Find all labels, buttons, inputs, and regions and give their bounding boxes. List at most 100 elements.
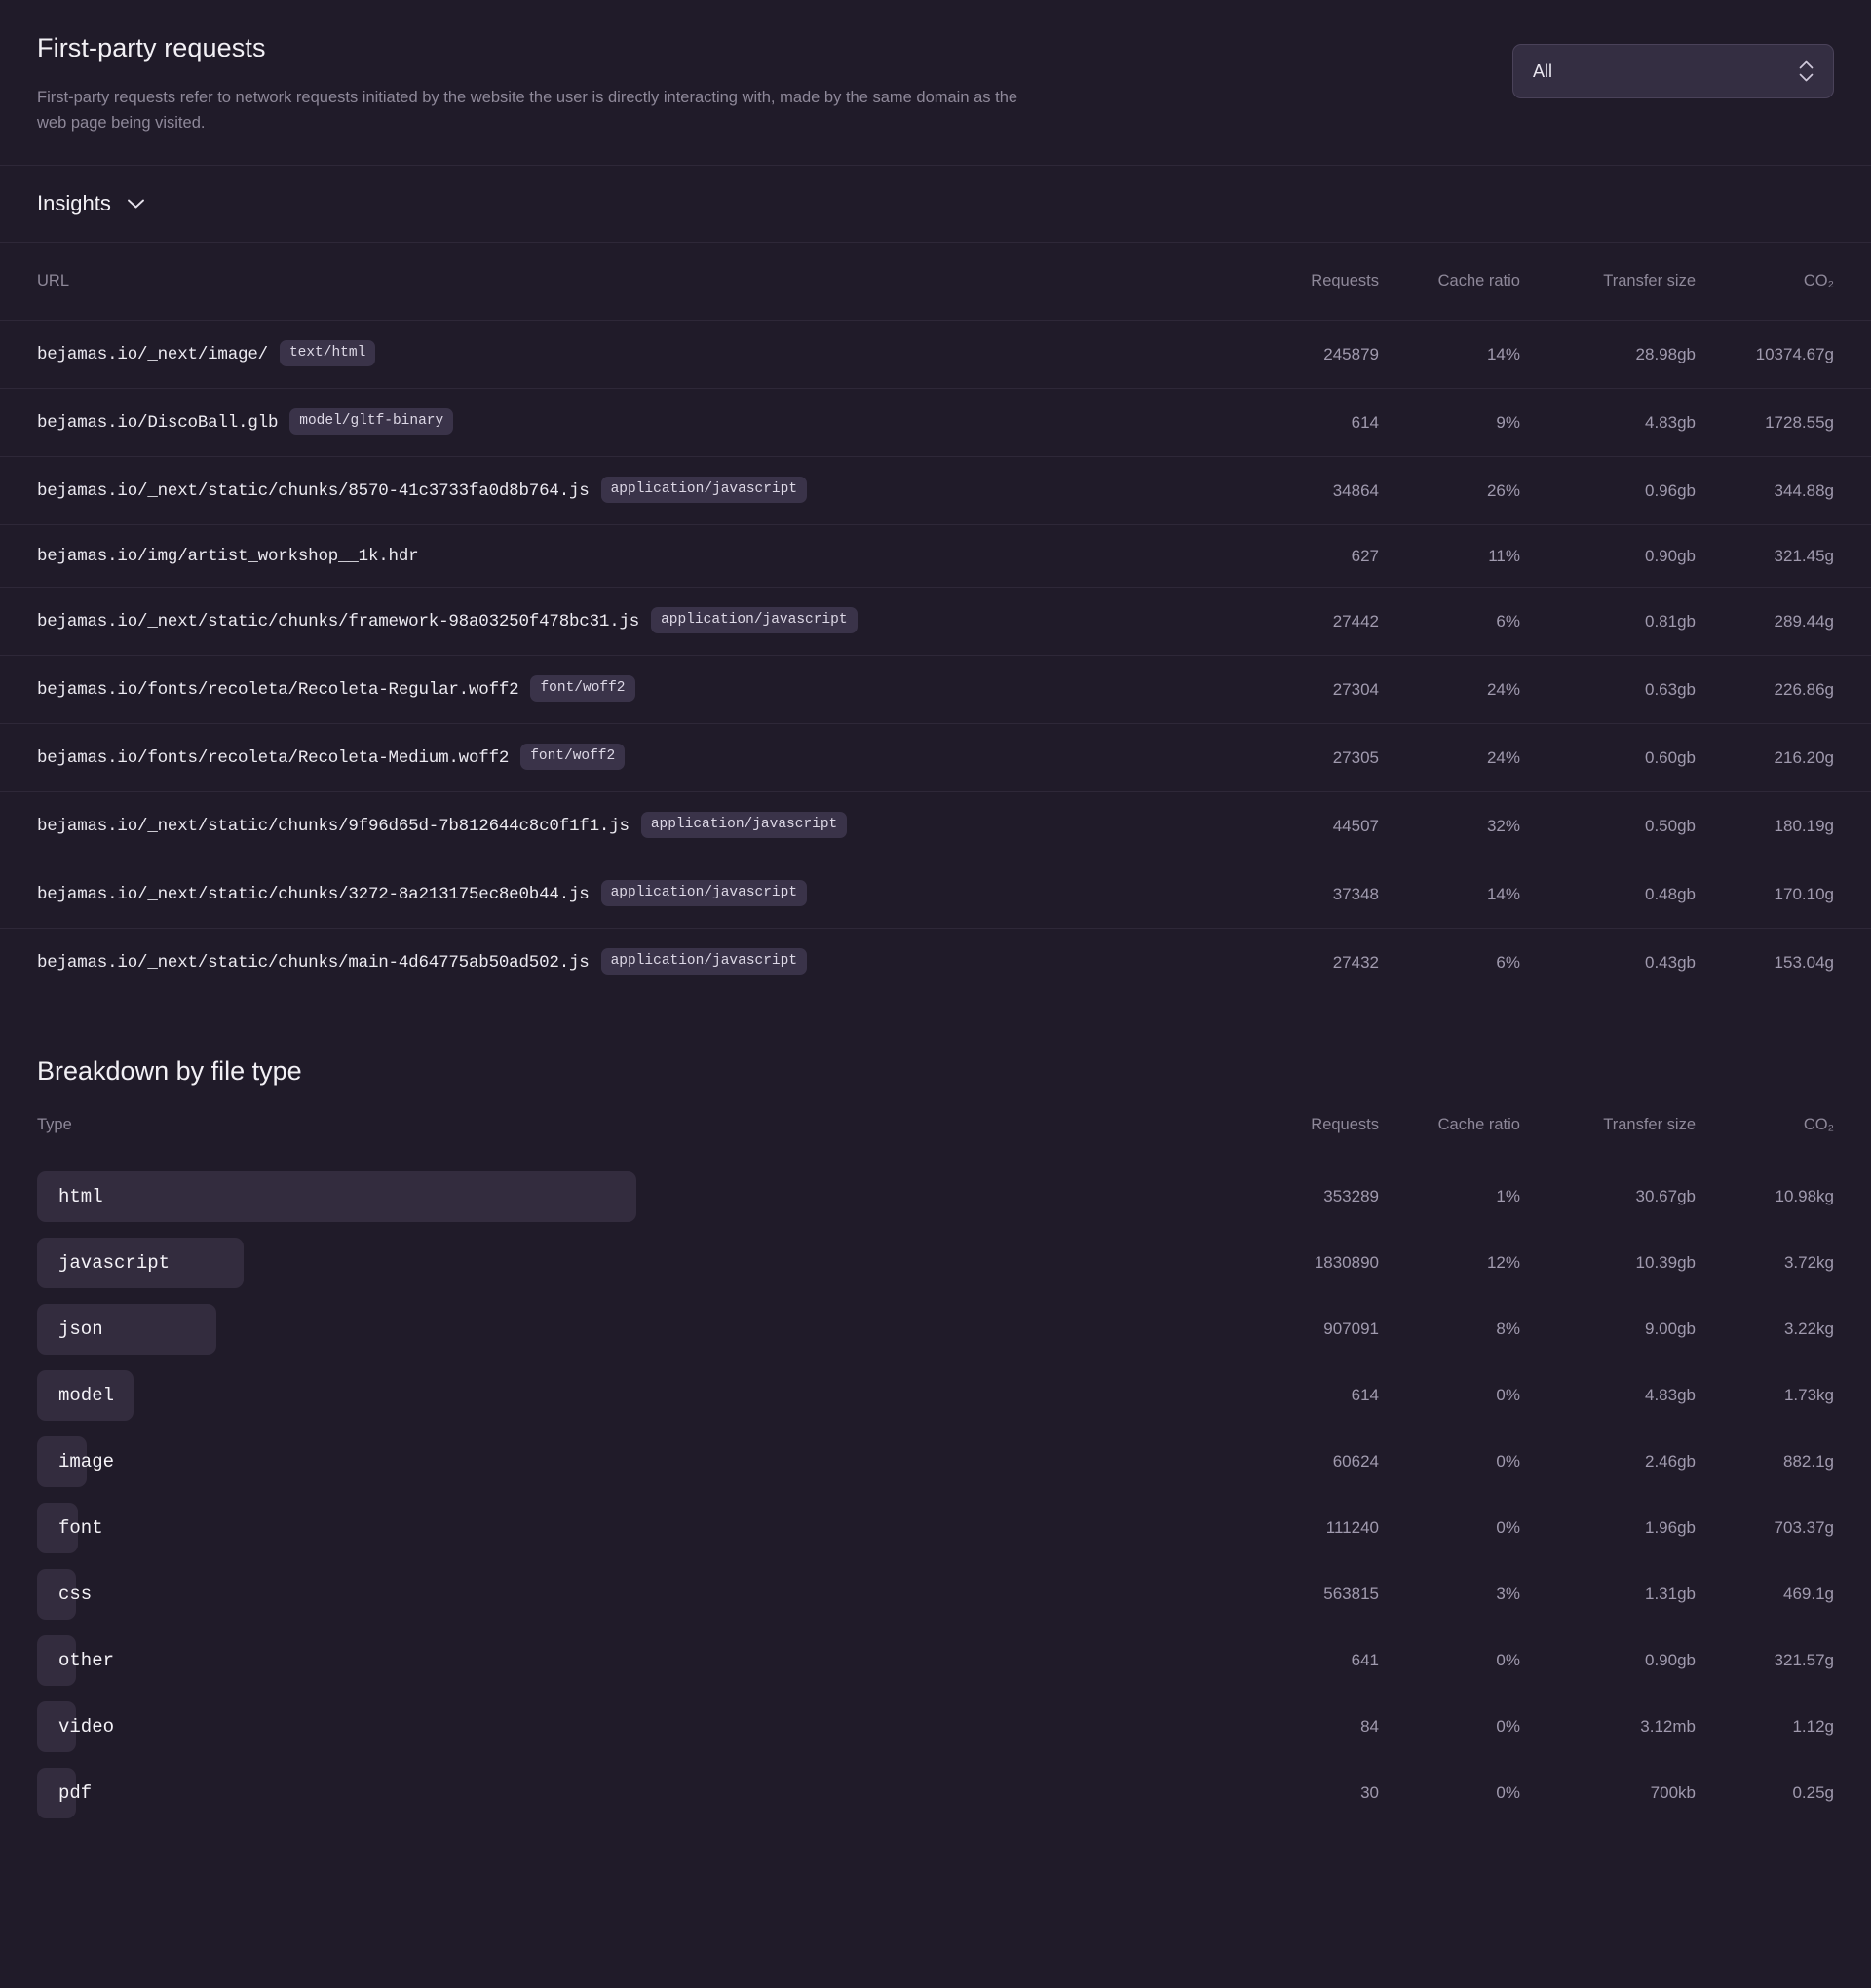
mime-type-badge: font/woff2 <box>520 744 626 771</box>
mime-type-badge: model/gltf-binary <box>289 408 454 436</box>
request-count-cell: 27432 <box>1332 952 1379 972</box>
request-count-cell: 34864 <box>1332 480 1379 500</box>
file-type-bar-cell[interactable]: json <box>0 1296 1238 1362</box>
cache-ratio-cell: 32% <box>1486 816 1520 835</box>
request-count-cell: 627 <box>1351 546 1379 565</box>
request-url: bejamas.io/fonts/recoleta/Recoleta-Mediu… <box>37 748 510 769</box>
transfer-size-cell: 0.90gb <box>1645 546 1696 565</box>
col-bd-requests: Requests <box>1311 1116 1379 1134</box>
table-row[interactable]: bejamas.io/_next/static/chunks/main-4d64… <box>0 928 1871 997</box>
col-type: Type <box>37 1116 72 1134</box>
request-url-cell[interactable]: bejamas.io/_next/static/chunks/3272-8a21… <box>0 860 1238 929</box>
col-bd-cache-ratio: Cache ratio <box>1437 1116 1520 1134</box>
co2-cell: 10374.67g <box>1755 344 1834 363</box>
request-url-cell[interactable]: bejamas.io/fonts/recoleta/Recoleta-Regul… <box>0 656 1238 724</box>
bd-co2-cell: 469.1g <box>1783 1585 1834 1604</box>
breakdown-title: Breakdown by file type <box>37 1056 302 1087</box>
table-row[interactable]: bejamas.io/fonts/recoleta/Recoleta-Mediu… <box>0 723 1871 792</box>
file-type-bar-cell[interactable]: css <box>0 1561 1238 1627</box>
table-row[interactable]: bejamas.io/_next/static/chunks/3272-8a21… <box>0 860 1871 929</box>
requests-table-body: bejamas.io/_next/image/text/html 245879 14… <box>0 320 1871 997</box>
table-row[interactable]: css 563815 3% 1.31gb 469.1g <box>0 1561 1871 1627</box>
request-url-cell[interactable]: bejamas.io/_next/static/chunks/9f96d65d-… <box>0 792 1238 860</box>
file-type-bar: other <box>37 1635 114 1687</box>
file-type-bar-cell[interactable]: javascript <box>0 1230 1238 1296</box>
request-url-cell[interactable]: bejamas.io/_next/static/chunks/main-4d64… <box>0 929 1238 997</box>
cache-ratio-cell: 9% <box>1496 412 1520 432</box>
file-type-bar-cell[interactable]: image <box>0 1429 1238 1495</box>
co2-cell: 226.86g <box>1774 679 1834 699</box>
cache-ratio-cell: 24% <box>1486 679 1520 699</box>
insights-toggle[interactable]: Insights <box>0 166 1871 244</box>
table-row[interactable]: bejamas.io/_next/static/chunks/8570-41c3… <box>0 456 1871 525</box>
request-url-cell[interactable]: bejamas.io/img/artist_workshop__1k.hdr <box>0 525 1238 588</box>
transfer-size-cell: 0.50gb <box>1645 816 1696 835</box>
bd-transfer-size-cell: 1.96gb <box>1645 1518 1696 1538</box>
file-type-bar-cell[interactable]: font <box>0 1495 1238 1561</box>
request-url-cell[interactable]: bejamas.io/fonts/recoleta/Recoleta-Mediu… <box>0 724 1238 792</box>
col-bd-transfer-size: Transfer size <box>1603 1116 1696 1134</box>
bd-request-count-cell: 1830890 <box>1314 1253 1379 1273</box>
file-type-label: javascript <box>58 1252 171 1275</box>
file-type-bar-cell[interactable]: video <box>0 1694 1238 1760</box>
file-type-bar-cell[interactable]: model <box>0 1362 1238 1429</box>
mime-type-badge: application/javascript <box>640 812 848 839</box>
transfer-size-cell: 0.60gb <box>1645 747 1696 767</box>
request-count-cell: 614 <box>1351 412 1379 432</box>
table-row[interactable]: json 907091 8% 9.00gb 3.22kg <box>0 1296 1871 1362</box>
request-url: bejamas.io/_next/static/chunks/8570-41c3… <box>37 481 590 502</box>
file-type-bar: html <box>37 1171 636 1223</box>
table-row[interactable]: bejamas.io/_next/static/chunks/framework… <box>0 587 1871 656</box>
table-row[interactable]: font 111240 0% 1.96gb 703.37g <box>0 1495 1871 1561</box>
col-requests: Requests <box>1311 272 1379 290</box>
bd-transfer-size-cell: 10.39gb <box>1635 1253 1696 1273</box>
bd-request-count-cell: 641 <box>1351 1651 1379 1670</box>
bd-co2-cell: 3.22kg <box>1783 1319 1834 1339</box>
table-row[interactable]: html 353289 1% 30.67gb 10.98kg <box>0 1164 1871 1230</box>
table-row[interactable]: image 60624 0% 2.46gb 882.1g <box>0 1429 1871 1495</box>
co2-cell: 344.88g <box>1774 480 1834 500</box>
file-type-bar-cell[interactable]: other <box>0 1627 1238 1694</box>
file-type-label: css <box>58 1584 93 1606</box>
request-url-cell[interactable]: bejamas.io/_next/static/chunks/8570-41c3… <box>0 457 1238 525</box>
table-row[interactable]: bejamas.io/_next/image/text/html 245879 14… <box>0 320 1871 389</box>
request-url: bejamas.io/_next/static/chunks/main-4d64… <box>37 953 590 974</box>
mime-type-badge: text/html <box>279 340 376 367</box>
transfer-size-cell: 0.96gb <box>1645 480 1696 500</box>
file-type-bar: pdf <box>37 1768 92 1819</box>
bd-co2-cell: 0.25g <box>1792 1783 1834 1803</box>
request-count-cell: 245879 <box>1323 344 1379 363</box>
table-row[interactable]: bejamas.io/_next/static/chunks/9f96d65d-… <box>0 791 1871 860</box>
table-row[interactable]: bejamas.io/fonts/recoleta/Recoleta-Regul… <box>0 655 1871 724</box>
request-url-cell[interactable]: bejamas.io/_next/static/chunks/framework… <box>0 588 1238 656</box>
chevron-updown-icon <box>1799 60 1814 82</box>
col-bd-co2: CO₂ <box>1803 1116 1834 1134</box>
request-url: bejamas.io/_next/static/chunks/3272-8a21… <box>37 885 590 905</box>
bd-co2-cell: 321.57g <box>1774 1651 1834 1670</box>
bd-co2-cell: 3.72kg <box>1783 1253 1834 1273</box>
table-row[interactable]: model 614 0% 4.83gb 1.73kg <box>0 1362 1871 1429</box>
request-url: bejamas.io/_next/static/chunks/framework… <box>37 612 640 632</box>
bd-cache-ratio-cell: 3% <box>1496 1585 1520 1604</box>
table-row[interactable]: bejamas.io/img/artist_workshop__1k.hdr 62… <box>0 524 1871 588</box>
table-row[interactable]: other 641 0% 0.90gb 321.57g <box>0 1627 1871 1694</box>
request-url: bejamas.io/DiscoBall.glb <box>37 413 279 434</box>
request-url: bejamas.io/img/artist_workshop__1k.hdr <box>37 547 419 567</box>
bd-transfer-size-cell: 700kb <box>1650 1783 1696 1803</box>
mime-type-badge: font/woff2 <box>530 675 635 703</box>
file-type-bar-cell[interactable]: html <box>0 1164 1238 1230</box>
table-row[interactable]: video 84 0% 3.12mb 1.12g <box>0 1694 1871 1760</box>
file-type-bar: css <box>37 1569 92 1621</box>
file-type-bar-cell[interactable]: pdf <box>0 1760 1238 1826</box>
co2-cell: 180.19g <box>1774 816 1834 835</box>
transfer-size-cell: 28.98gb <box>1635 344 1696 363</box>
table-row[interactable]: javascript 1830890 12% 10.39gb 3.72kg <box>0 1230 1871 1296</box>
scope-filter-select[interactable]: All <box>1512 44 1834 98</box>
chevron-down-icon[interactable] <box>127 198 145 210</box>
table-row[interactable]: bejamas.io/DiscoBall.glb model/gltf-binar… <box>0 388 1871 457</box>
request-url-cell[interactable]: bejamas.io/_next/image/text/html <box>0 321 1238 389</box>
table-row[interactable]: pdf 30 0% 700kb 0.25g <box>0 1760 1871 1826</box>
request-url-cell[interactable]: bejamas.io/DiscoBall.glb model/gltf-binar… <box>0 389 1238 457</box>
bd-request-count-cell: 30 <box>1360 1783 1379 1803</box>
bd-cache-ratio-cell: 0% <box>1496 1717 1520 1737</box>
